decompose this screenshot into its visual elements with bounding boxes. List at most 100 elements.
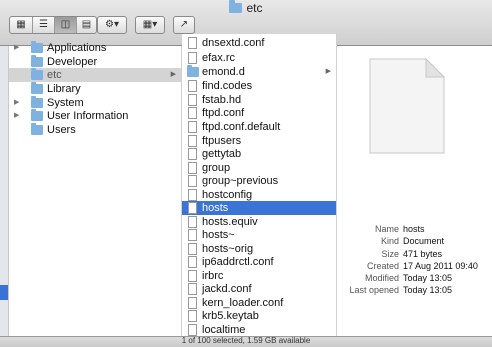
generic-document-icon (369, 57, 446, 154)
info-row-name: Name hosts (337, 223, 492, 235)
file-label: hosts (202, 202, 229, 214)
document-icon (188, 324, 197, 336)
file-row[interactable]: hostconfig (182, 188, 336, 202)
file-row[interactable]: hosts~orig (182, 242, 336, 256)
file-label: localtime (202, 324, 246, 336)
column-view-button[interactable]: ◫ (54, 17, 76, 33)
document-icon (188, 243, 197, 255)
file-label: gettytab (202, 148, 242, 160)
folder-icon (31, 96, 43, 108)
window-title-text: etc (246, 1, 263, 15)
info-value: Today 13:05 (403, 273, 453, 283)
file-row[interactable]: efax.rc (182, 51, 336, 65)
file-row[interactable]: fstab.hd (182, 93, 336, 107)
window-title: etc (0, 0, 492, 15)
document-icon (188, 216, 197, 228)
icon-view-icon: ▦ (16, 19, 26, 30)
file-label: irbrc (202, 270, 224, 282)
file-row[interactable]: dnsextd.conf (182, 36, 336, 50)
share-button[interactable]: ↗ (173, 16, 195, 34)
file-row[interactable]: ftpd.conf (182, 106, 336, 120)
column-etc: dnsextd.conf efax.rc emond.d ▶ find.codes… (182, 34, 337, 336)
file-row[interactable]: hosts~ (182, 228, 336, 242)
folder-icon (31, 55, 43, 67)
file-row[interactable]: kern_loader.conf (182, 296, 336, 310)
document-icon (188, 94, 197, 106)
action-menu-button[interactable]: ⚙▾ (97, 16, 127, 34)
coverflow-view-button[interactable]: ▤ (76, 17, 96, 33)
folder-icon (31, 123, 43, 135)
file-row[interactable]: find.codes (182, 79, 336, 93)
file-label: ip6addrctl.conf (202, 256, 274, 268)
folder-icon (31, 41, 43, 53)
file-row[interactable]: hosts.equiv (182, 215, 336, 229)
file-label: hosts~orig (202, 243, 254, 255)
document-icon (188, 52, 197, 64)
arrange-grid-icon: ▦▾ (142, 19, 158, 30)
file-label: efax.rc (202, 52, 236, 64)
file-row[interactable]: krb5.keytab (182, 309, 336, 323)
list-item[interactable]: Library (9, 82, 181, 96)
file-row[interactable]: jackd.conf (182, 282, 336, 296)
file-row[interactable]: ip6addrctl.conf (182, 255, 336, 269)
icon-view-button[interactable]: ▦ (10, 17, 32, 33)
view-switcher: ▦ ☰ ◫ ▤ (9, 16, 97, 34)
alias-folder-icon (31, 68, 43, 80)
file-label: ftpd.conf.default (202, 121, 281, 133)
document-icon (188, 107, 197, 119)
folder-row[interactable]: emond.d ▶ (182, 65, 336, 79)
gear-icon: ⚙▾ (105, 19, 119, 30)
file-row[interactable]: gettytab (182, 147, 336, 161)
file-label: dnsextd.conf (202, 37, 265, 49)
file-label: group (202, 162, 231, 174)
document-icon (188, 148, 197, 160)
sidebar-selection-marker (0, 285, 8, 300)
info-label: Size (381, 249, 399, 259)
arrange-button[interactable]: ▦▾ (135, 16, 165, 34)
document-icon (188, 202, 197, 214)
share-icon: ↗ (179, 19, 189, 30)
list-item[interactable]: Developer (9, 55, 181, 69)
document-icon (188, 37, 197, 49)
info-value: Today 13:05 (403, 285, 453, 295)
action-menu-inner: ⚙▾ (98, 17, 126, 33)
column-view-icon: ◫ (60, 19, 71, 30)
file-label: hosts.equiv (202, 216, 258, 228)
file-row[interactable]: localtime (182, 323, 336, 336)
list-item[interactable]: ▶ System (9, 96, 181, 110)
info-row-created: Created 17 Aug 2011 09:40 (337, 260, 492, 272)
file-label: emond.d (202, 66, 245, 78)
status-bar: 1 of 100 selected, 1.59 GB available (0, 336, 492, 347)
file-row[interactable]: ftpusers (182, 134, 336, 148)
share-inner: ↗ (174, 17, 194, 33)
file-row[interactable]: ftpd.conf.default (182, 120, 336, 134)
file-label: fstab.hd (202, 94, 242, 106)
document-icon (188, 135, 197, 147)
list-item[interactable]: Users (9, 123, 181, 137)
info-value: hosts (403, 224, 425, 234)
document-icon (188, 270, 197, 282)
file-label: jackd.conf (202, 283, 252, 295)
item-label: User Information (47, 110, 129, 122)
arrange-inner: ▦▾ (136, 17, 164, 33)
list-item-selected[interactable]: etc ▶ (9, 68, 181, 82)
document-icon (188, 256, 197, 268)
file-label: ftpd.conf (202, 107, 245, 119)
item-label: Developer (47, 56, 98, 68)
info-row-size: Size 471 bytes (337, 248, 492, 260)
list-view-button[interactable]: ☰ (32, 17, 54, 33)
file-row[interactable]: group~previous (182, 174, 336, 188)
file-row[interactable]: group (182, 161, 336, 175)
sidebar-edge (0, 46, 9, 336)
list-item[interactable]: ▶ Applications (9, 41, 181, 55)
folder-icon (31, 82, 43, 94)
list-item[interactable]: ▶ User Information (9, 109, 181, 123)
file-row[interactable]: irbrc (182, 269, 336, 283)
item-label: etc (47, 69, 62, 81)
item-label: Applications (47, 42, 107, 54)
info-row-last-opened: Last opened Today 13:05 (337, 284, 492, 296)
info-row-modified: Modified Today 13:05 (337, 272, 492, 284)
info-value: 17 Aug 2011 09:40 (403, 261, 478, 271)
file-label: hosts~ (202, 229, 235, 241)
file-row-selected[interactable]: hosts (182, 201, 336, 215)
